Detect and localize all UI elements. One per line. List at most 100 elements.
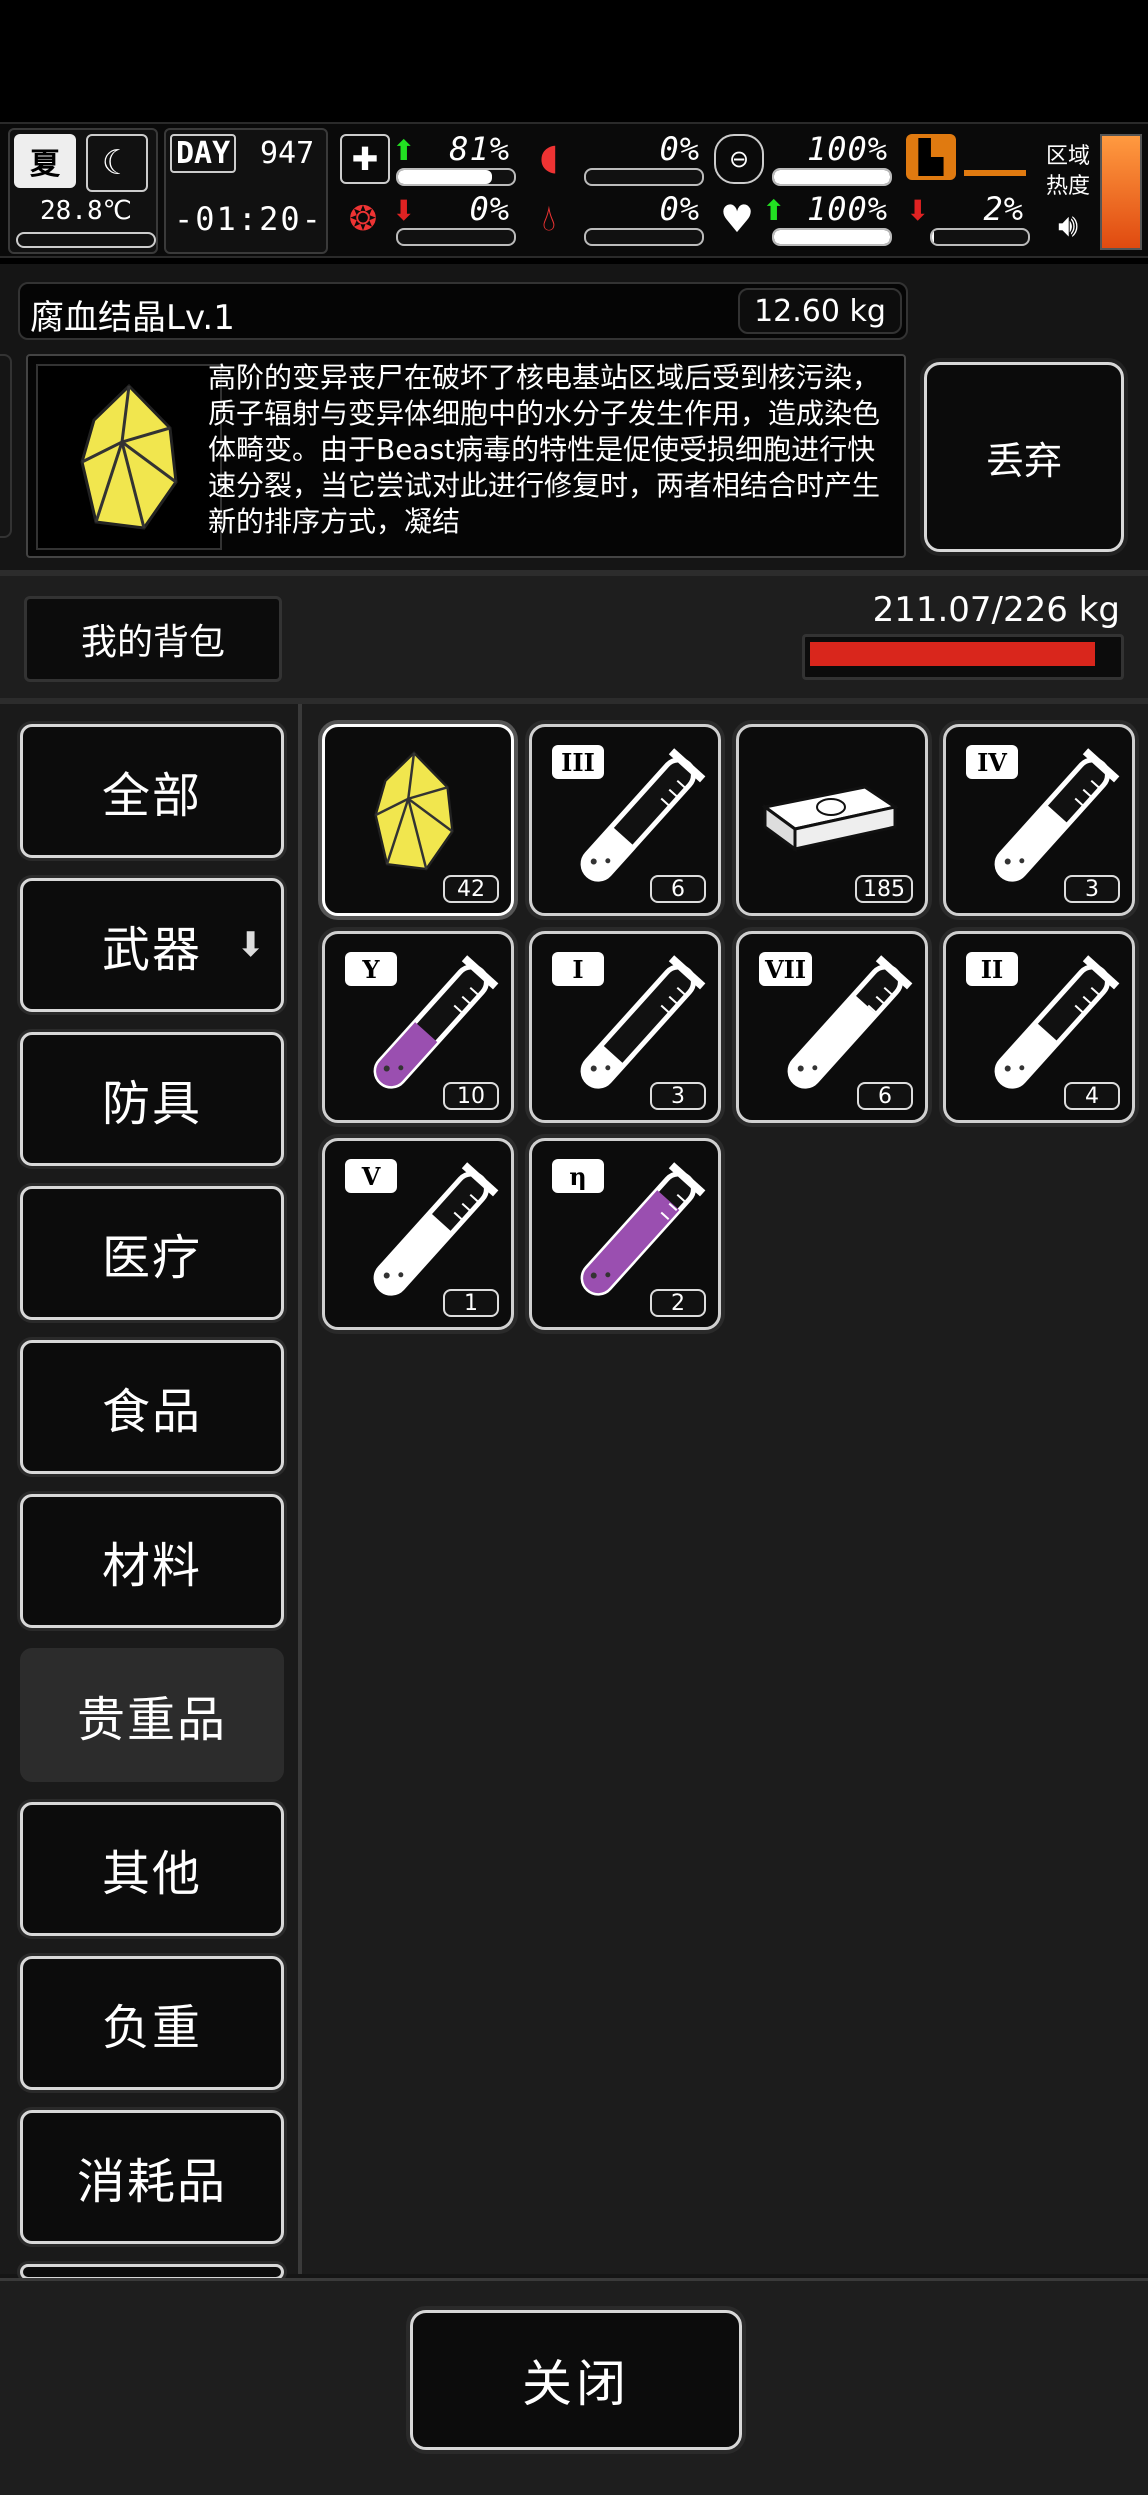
thermometer-icon [16,232,156,248]
item-slot[interactable]: III 6 [529,724,721,916]
season-icon: 夏 [14,134,76,188]
category-label: 医疗 [101,1230,202,1286]
brain-value: 0% [469,190,510,228]
day-box: DAY 947 -01:20- [164,128,328,254]
bag-title: 我的背包 [24,596,282,682]
category-0-button[interactable]: 全部 [20,724,284,858]
close-button[interactable]: 关闭 [410,2310,742,2450]
roman-numeral-tag: III [552,745,604,779]
hunger-value: 0% [659,130,700,168]
bag-header: 我的背包 211.07/226 kg [0,576,1148,702]
item-slot[interactable]: VII 6 [736,931,928,1123]
item-grid: 42 III 6 185 IV 3 Y 10 I 3 VII 6 II 4 V … [302,704,1148,2274]
thirst-value: 0% [659,190,700,228]
item-slot[interactable]: IV 3 [943,724,1135,916]
item-count-badge: 3 [1064,875,1120,903]
thirst-bar [584,228,704,246]
roman-numeral-tag: I [552,952,604,986]
item-count-badge: 10 [443,1082,499,1110]
yellow-crystal-icon [36,364,222,550]
category-4-button[interactable]: 食品 [20,1340,284,1474]
roman-numeral: II [980,954,1004,984]
weather-box: 夏 ☾ 28.8℃ [8,128,158,254]
item-count-badge: 4 [1064,1082,1120,1110]
brain-icon: ❂ [348,199,378,239]
item-count-badge: 6 [650,875,706,903]
category-3-button[interactable]: 医疗 [20,1186,284,1320]
fatigue-bar [930,228,1030,246]
item-slot[interactable]: Y 10 [322,931,514,1123]
category-1-button[interactable]: 武器 ⬇ [20,878,284,1012]
yellow-crystal-icon [369,741,459,885]
drop-button[interactable]: 丢弃 [924,362,1124,552]
stomach-icon: ◖ [539,136,559,178]
category-6-button[interactable]: 贵重品 [20,1648,284,1782]
category-sidebar: 全部武器 ⬇ 防具医疗食品材料贵重品其他负重消耗品 [0,704,298,2280]
item-count: 4 [1085,1083,1099,1109]
item-slot[interactable]: I3 [529,931,721,1123]
item-count: 2 [671,1290,685,1316]
item-count: 6 [878,1083,892,1109]
item-count: 185 [863,876,905,902]
category-9-button[interactable]: 消耗品 [20,2110,284,2244]
roman-numeral: Y [362,954,380,984]
item-count-badge: 2 [650,1289,706,1317]
item-count: 10 [457,1083,485,1109]
item-weight: 12.60 kg [738,288,902,334]
category-label: 消耗品 [76,2154,227,2210]
roman-numeral: VII [765,954,807,984]
roman-numeral-tag: V [345,1159,397,1193]
region-heat-label: 区域 热度 [1046,142,1090,202]
item-count-badge: 3 [650,1082,706,1110]
roman-numeral: η [569,1161,587,1191]
category-label: 其他 [101,1846,202,1902]
medkit-icon: ✚ [340,134,390,184]
roman-numeral-tag: η [552,1159,604,1193]
day-label: DAY [170,134,237,173]
item-description-area: 高阶的变异丧尸在破坏了核电基站区域后受到核污染，质子辐射与变异体细胞中的水分子发… [26,354,906,558]
item-count: 3 [671,1083,685,1109]
mood-value: 100% [806,190,888,228]
roman-numeral: III [561,747,595,777]
stamina-value: 100% [806,130,888,168]
temperature-value: 28.8℃ [40,196,132,226]
item-slot[interactable]: 185 [736,724,928,916]
category-8-button[interactable]: 负重 [20,1956,284,2090]
item-slot[interactable]: η2 [529,1138,721,1330]
roman-numeral-tag: IV [966,745,1018,779]
clock-time: -01:20- [174,200,323,238]
region-label: 区域 [1046,144,1091,169]
expand-arrow-icon: ⬇ [236,925,267,965]
status-hud: 夏 ☾ 28.8℃ DAY 947 -01:20- ✚ ⬆ 81% ◖ 0% ⊖… [0,122,1148,258]
season-label: 夏 [30,147,60,182]
stamina-bar [772,168,892,186]
item-count: 6 [671,876,685,902]
heat-label: 热度 [1046,174,1091,199]
scroll-edge [0,354,12,538]
category-7-button[interactable]: 其他 [20,1802,284,1936]
item-name: 腐血结晶Lv.1 [30,298,235,338]
item-count: 1 [464,1290,478,1316]
fatigue-value: 2% [983,190,1024,228]
mood-bar [772,228,892,246]
category-2-button[interactable]: 防具 [20,1032,284,1166]
category-5-button[interactable]: 材料 [20,1494,284,1628]
category-label: 材料 [101,1538,202,1594]
heart-icon: ♥ [719,197,755,241]
category-label: 防具 [101,1076,202,1132]
item-count: 42 [457,876,485,902]
blood-drop-icon: 💧︎ [541,198,557,239]
item-slot[interactable]: 42 [322,724,514,916]
roman-numeral: I [572,954,584,984]
boot-icon: ▙ [906,134,956,180]
speaker-icon[interactable]: 🔊︎ [1058,206,1078,245]
category-label: 全部 [101,768,202,824]
item-slot[interactable]: V1 [322,1138,514,1330]
roman-numeral: IV [977,747,1007,777]
item-slot[interactable]: II 4 [943,931,1135,1123]
roman-numeral-tag: II [966,952,1018,986]
item-count-badge: 42 [443,875,499,903]
hunger-bar [584,168,704,186]
day-number: 947 [260,136,315,171]
category-label: 食品 [101,1384,202,1440]
